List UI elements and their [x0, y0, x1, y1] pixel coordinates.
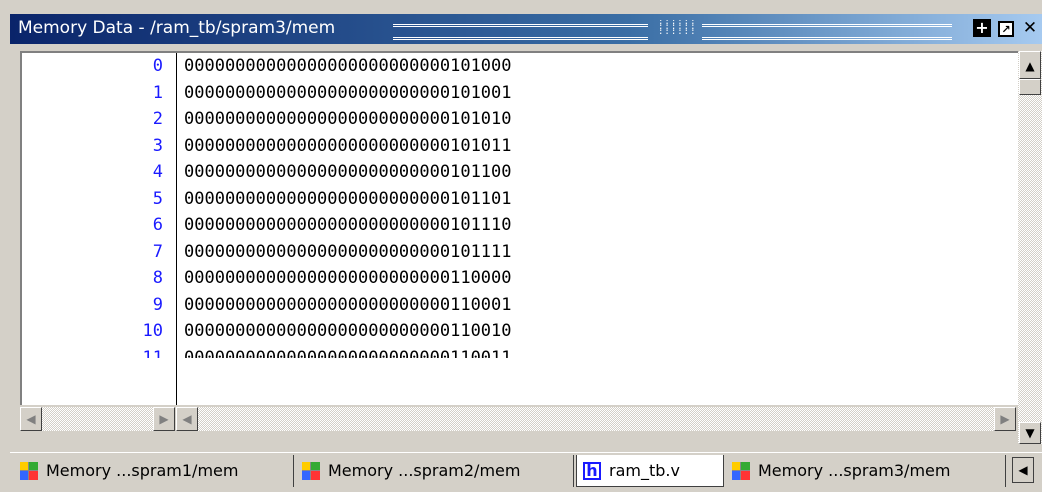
tab-memory-spram1[interactable]: Memory ...spram1/mem: [14, 455, 294, 487]
window-tab-bar: Memory ...spram1/mem Memory ...spram2/me…: [10, 452, 1042, 492]
hdl-file-icon: h: [583, 462, 601, 480]
tab-ram-tb-v[interactable]: h ram_tb.v: [576, 455, 724, 487]
memory-grid-icon: [302, 462, 320, 480]
memory-row[interactable]: 3 00000000000000000000000000101011: [22, 133, 1018, 159]
memory-address: 11: [142, 347, 163, 358]
tab-scroll-left-button[interactable]: ◀: [1012, 457, 1034, 483]
tab-label: ram_tb.v: [609, 461, 680, 480]
memory-data-pane: 0 00000000000000000000000000101000 1 000000…: [10, 44, 1042, 452]
undock-icon-glyph: ↗: [998, 21, 1014, 37]
window-title: Memory Data - /ram_tb/spram3/mem: [18, 18, 336, 38]
address-horizontal-scrollbar[interactable]: ◀ ▶: [20, 407, 175, 431]
drag-grip-left[interactable]: [393, 24, 648, 40]
memory-grid-icon: [20, 462, 38, 480]
scroll-left-button[interactable]: ◀: [20, 407, 42, 431]
memory-address: 7: [152, 241, 163, 262]
memory-value[interactable]: 00000000000000000000000000101110: [184, 212, 512, 238]
memory-address: 8: [152, 268, 163, 288]
memory-row[interactable]: 2 00000000000000000000000000101010: [22, 106, 1018, 132]
tab-label: Memory ...spram1/mem: [46, 461, 239, 480]
memory-value[interactable]: 00000000000000000000000000101100: [184, 159, 512, 185]
memory-value[interactable]: 00000000000000000000000000110010: [184, 318, 512, 344]
memory-value[interactable]: 00000000000000000000000000101000: [184, 53, 512, 79]
memory-address: 5: [152, 188, 163, 209]
scroll-right-button[interactable]: ▶: [153, 407, 175, 431]
memory-value[interactable]: 00000000000000000000000000101001: [184, 80, 512, 106]
memory-row[interactable]: 8 00000000000000000000000000110000: [22, 265, 1018, 291]
scroll-right-button[interactable]: ▶: [994, 407, 1016, 431]
memory-value[interactable]: 00000000000000000000000000101011: [184, 133, 512, 159]
memory-value[interactable]: 00000000000000000000000000110000: [184, 265, 512, 291]
memory-address: 10: [142, 321, 163, 341]
vertical-scroll-thumb[interactable]: [1019, 79, 1041, 95]
memory-value[interactable]: 00000000000000000000000000101010: [184, 106, 512, 132]
memory-row[interactable]: 9 00000000000000000000000000110001: [22, 292, 1018, 318]
memory-address: 1: [152, 82, 163, 103]
memory-row[interactable]: 4 00000000000000000000000000101100: [22, 159, 1018, 185]
tab-memory-spram3[interactable]: Memory ...spram3/mem: [726, 455, 1006, 487]
drag-grip-right[interactable]: [702, 24, 952, 40]
memory-list[interactable]: 0 00000000000000000000000000101000 1 000000…: [20, 51, 1018, 405]
scroll-up-button[interactable]: ▲: [1019, 51, 1041, 79]
memory-row[interactable]: 5 00000000000000000000000000101101: [22, 186, 1018, 212]
drag-grip-dots[interactable]: :::::::::::::::::::::: [658, 20, 694, 36]
undock-icon[interactable]: ↗: [996, 18, 1016, 38]
memory-address: 3: [152, 135, 163, 156]
memory-value[interactable]: 00000000000000000000000000101111: [184, 239, 512, 265]
memory-row[interactable]: 10 00000000000000000000000000110010: [22, 318, 1018, 344]
memory-address: 4: [152, 162, 163, 182]
memory-grid-icon: [732, 462, 750, 480]
window-title-bar[interactable]: Memory Data - /ram_tb/spram3/mem :::::::…: [10, 14, 1042, 44]
memory-address: 9: [152, 294, 163, 315]
scroll-down-button[interactable]: ▼: [1019, 422, 1041, 444]
memory-row[interactable]: 1 00000000000000000000000000101001: [22, 80, 1018, 106]
tab-label: Memory ...spram2/mem: [328, 461, 521, 480]
close-icon[interactable]: ✕: [1020, 18, 1040, 38]
memory-value[interactable]: 00000000000000000000000000101101: [184, 186, 512, 212]
memory-address: 0: [152, 56, 163, 76]
memory-row[interactable]: 0 00000000000000000000000000101000: [22, 53, 1018, 79]
memory-row[interactable]: 11 00000000000000000000000000110011: [22, 345, 1018, 358]
vertical-scrollbar[interactable]: ▲ ▼: [1018, 51, 1042, 444]
memory-address: 2: [152, 109, 163, 129]
plus-icon[interactable]: +: [972, 18, 992, 38]
tab-memory-spram2[interactable]: Memory ...spram2/mem: [296, 455, 574, 487]
memory-address: 6: [152, 215, 163, 235]
memory-value[interactable]: 00000000000000000000000000110011: [184, 345, 512, 358]
memory-value[interactable]: 00000000000000000000000000110001: [184, 292, 512, 318]
memory-row[interactable]: 6 00000000000000000000000000101110: [22, 212, 1018, 238]
memory-row[interactable]: 7 00000000000000000000000000101111: [22, 239, 1018, 265]
data-horizontal-scrollbar[interactable]: ◀ ▶: [176, 407, 1016, 431]
plus-icon-glyph: +: [973, 19, 991, 37]
tab-label: Memory ...spram3/mem: [758, 461, 951, 480]
scroll-left-button[interactable]: ◀: [176, 407, 198, 431]
